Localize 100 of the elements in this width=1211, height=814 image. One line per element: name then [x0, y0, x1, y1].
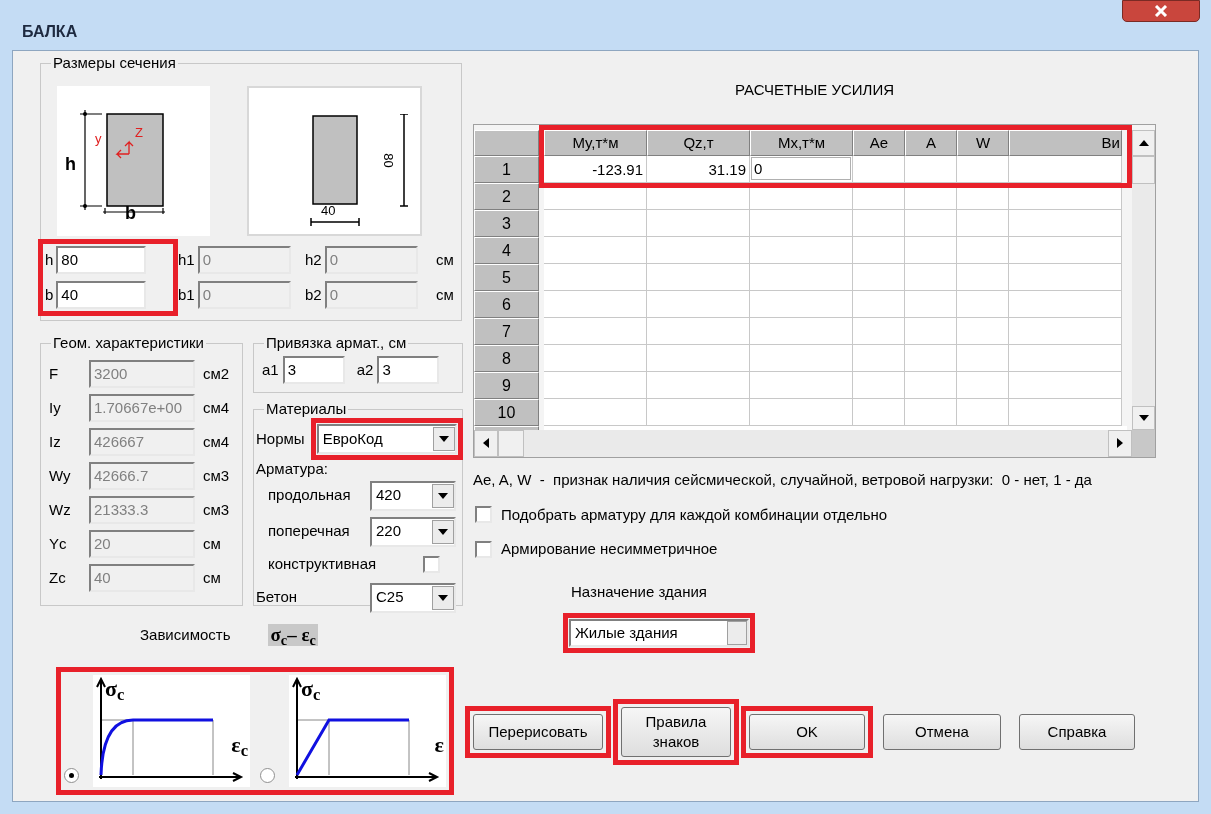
dialog-button[interactable]: Перерисовать: [473, 714, 603, 750]
row-header: 8: [474, 344, 539, 372]
table-cell: [905, 155, 957, 183]
dialog-button[interactable]: OK: [749, 714, 865, 750]
dropdown[interactable]: 420: [370, 480, 456, 511]
row-header: 9: [474, 371, 539, 399]
dialog-button[interactable]: Правила знаков: [621, 707, 731, 757]
input-field[interactable]: 3: [377, 356, 440, 384]
dialog-button[interactable]: Справка: [1019, 714, 1135, 750]
table-cell: [853, 398, 905, 426]
dimension-label: b: [125, 204, 136, 222]
input-field[interactable]: 40: [56, 281, 147, 309]
column-header[interactable]: A: [905, 129, 957, 156]
close-icon: [1154, 5, 1168, 17]
caret-icon: [438, 492, 448, 499]
close-button[interactable]: [1122, 0, 1200, 22]
column-header[interactable]: Ae: [853, 129, 905, 156]
unit-label: см4: [203, 397, 230, 418]
table-cell: [853, 236, 905, 264]
dependency-label: Зависимость: [140, 625, 231, 645]
table-cell: [853, 290, 905, 318]
table-cell: [905, 371, 957, 399]
field-label: продольная: [268, 485, 351, 506]
axis-label: ε: [434, 732, 444, 757]
dropdown-button[interactable]: [432, 483, 454, 508]
dropdown[interactable]: Жилые здания: [569, 619, 749, 647]
unit-label: см: [436, 285, 454, 305]
checkbox-label: Армирование несимметричное: [501, 539, 718, 559]
dimension-label: 80: [381, 153, 395, 168]
column-header[interactable]: My,т*м: [544, 129, 647, 156]
field-label: Iy: [49, 397, 62, 418]
scrollbar-corner: [1132, 429, 1155, 457]
horizontal-scrollbar[interactable]: [474, 429, 1132, 457]
scroll-thumb[interactable]: [498, 429, 524, 457]
scroll-up-button[interactable]: [1132, 129, 1155, 156]
column-header[interactable]: W: [957, 129, 1009, 156]
checkbox[interactable]: [475, 506, 492, 524]
table-cell: [853, 371, 905, 399]
up-arrow-icon: [1138, 139, 1149, 146]
left-arrow-icon: [483, 438, 489, 448]
table-cell: [853, 344, 905, 372]
field-label: Назначение здания: [571, 581, 708, 602]
unit-label: см2: [203, 363, 230, 384]
scroll-left-button[interactable]: [474, 429, 498, 457]
table-cell: [957, 236, 1009, 264]
caret-icon: [438, 594, 448, 601]
table-cell: [905, 209, 957, 237]
dimension-label: h: [65, 153, 76, 176]
input-field[interactable]: 3: [282, 356, 345, 384]
radio-button[interactable]: [64, 767, 79, 783]
input-field[interactable]: 80: [56, 246, 147, 274]
table-cell: 31.19: [647, 155, 750, 183]
table-cell: [853, 263, 905, 291]
radio-button[interactable]: [260, 767, 275, 783]
caret-icon: [438, 528, 448, 535]
dropdown[interactable]: ЕвроКод: [316, 424, 457, 454]
field-label: h2: [305, 249, 322, 270]
field-label: b: [45, 284, 54, 305]
dropdown-button[interactable]: [432, 585, 454, 610]
unit-label: см: [436, 250, 454, 270]
table-cell: [957, 209, 1009, 237]
field-label: h1: [178, 249, 195, 270]
field-label: Wz: [49, 499, 72, 520]
table-cell: [853, 209, 905, 237]
row-header: 4: [474, 236, 539, 264]
checkbox[interactable]: [475, 540, 492, 558]
field-label: b1: [178, 284, 195, 305]
column-header[interactable]: Ви: [1009, 129, 1122, 156]
axis-label: σ$_{c}$: [301, 676, 321, 701]
unit-label: см4: [203, 431, 230, 452]
vertical-scrollbar[interactable]: [1132, 129, 1155, 430]
table-cell: [905, 236, 957, 264]
scroll-down-button[interactable]: [1132, 405, 1155, 430]
dropdown[interactable]: 220: [370, 516, 456, 547]
dropdown-button[interactable]: [432, 427, 455, 451]
field-label: F: [49, 363, 60, 384]
scroll-thumb[interactable]: [1132, 155, 1155, 184]
column-header[interactable]: Qz,т: [647, 129, 750, 156]
checkbox[interactable]: [423, 556, 440, 573]
dropdown-button[interactable]: [432, 519, 454, 544]
field-label: конструктивная: [268, 554, 377, 575]
unit-label: см3: [203, 499, 230, 520]
field-label: h: [45, 249, 54, 270]
formula-label: σ$_{c}$– ε$_{c}$: [268, 624, 318, 647]
row-header: 6: [474, 290, 539, 318]
field-label: Zc: [49, 567, 67, 588]
table-cell: [905, 290, 957, 318]
down-arrow-icon: [1138, 414, 1149, 421]
dropdown[interactable]: C25: [370, 582, 456, 613]
row-header: 10: [474, 398, 539, 426]
table-cell: [905, 344, 957, 372]
column-header[interactable]: Mx,т*м: [750, 129, 853, 156]
cell-editor[interactable]: 0: [751, 156, 851, 180]
note-text: Ae, A, W - признак наличия сейсмической, случайной, ветровой нагрузки: 0 - нет, 1 - да: [473, 469, 1093, 490]
dialog-button[interactable]: Отмена: [883, 714, 1001, 750]
table-cell: [957, 398, 1009, 426]
scroll-right-button[interactable]: [1108, 429, 1132, 457]
dimension-label: 40: [321, 204, 336, 217]
caret-icon: [438, 436, 449, 442]
axis-label: ε$_{c}$: [231, 732, 248, 757]
